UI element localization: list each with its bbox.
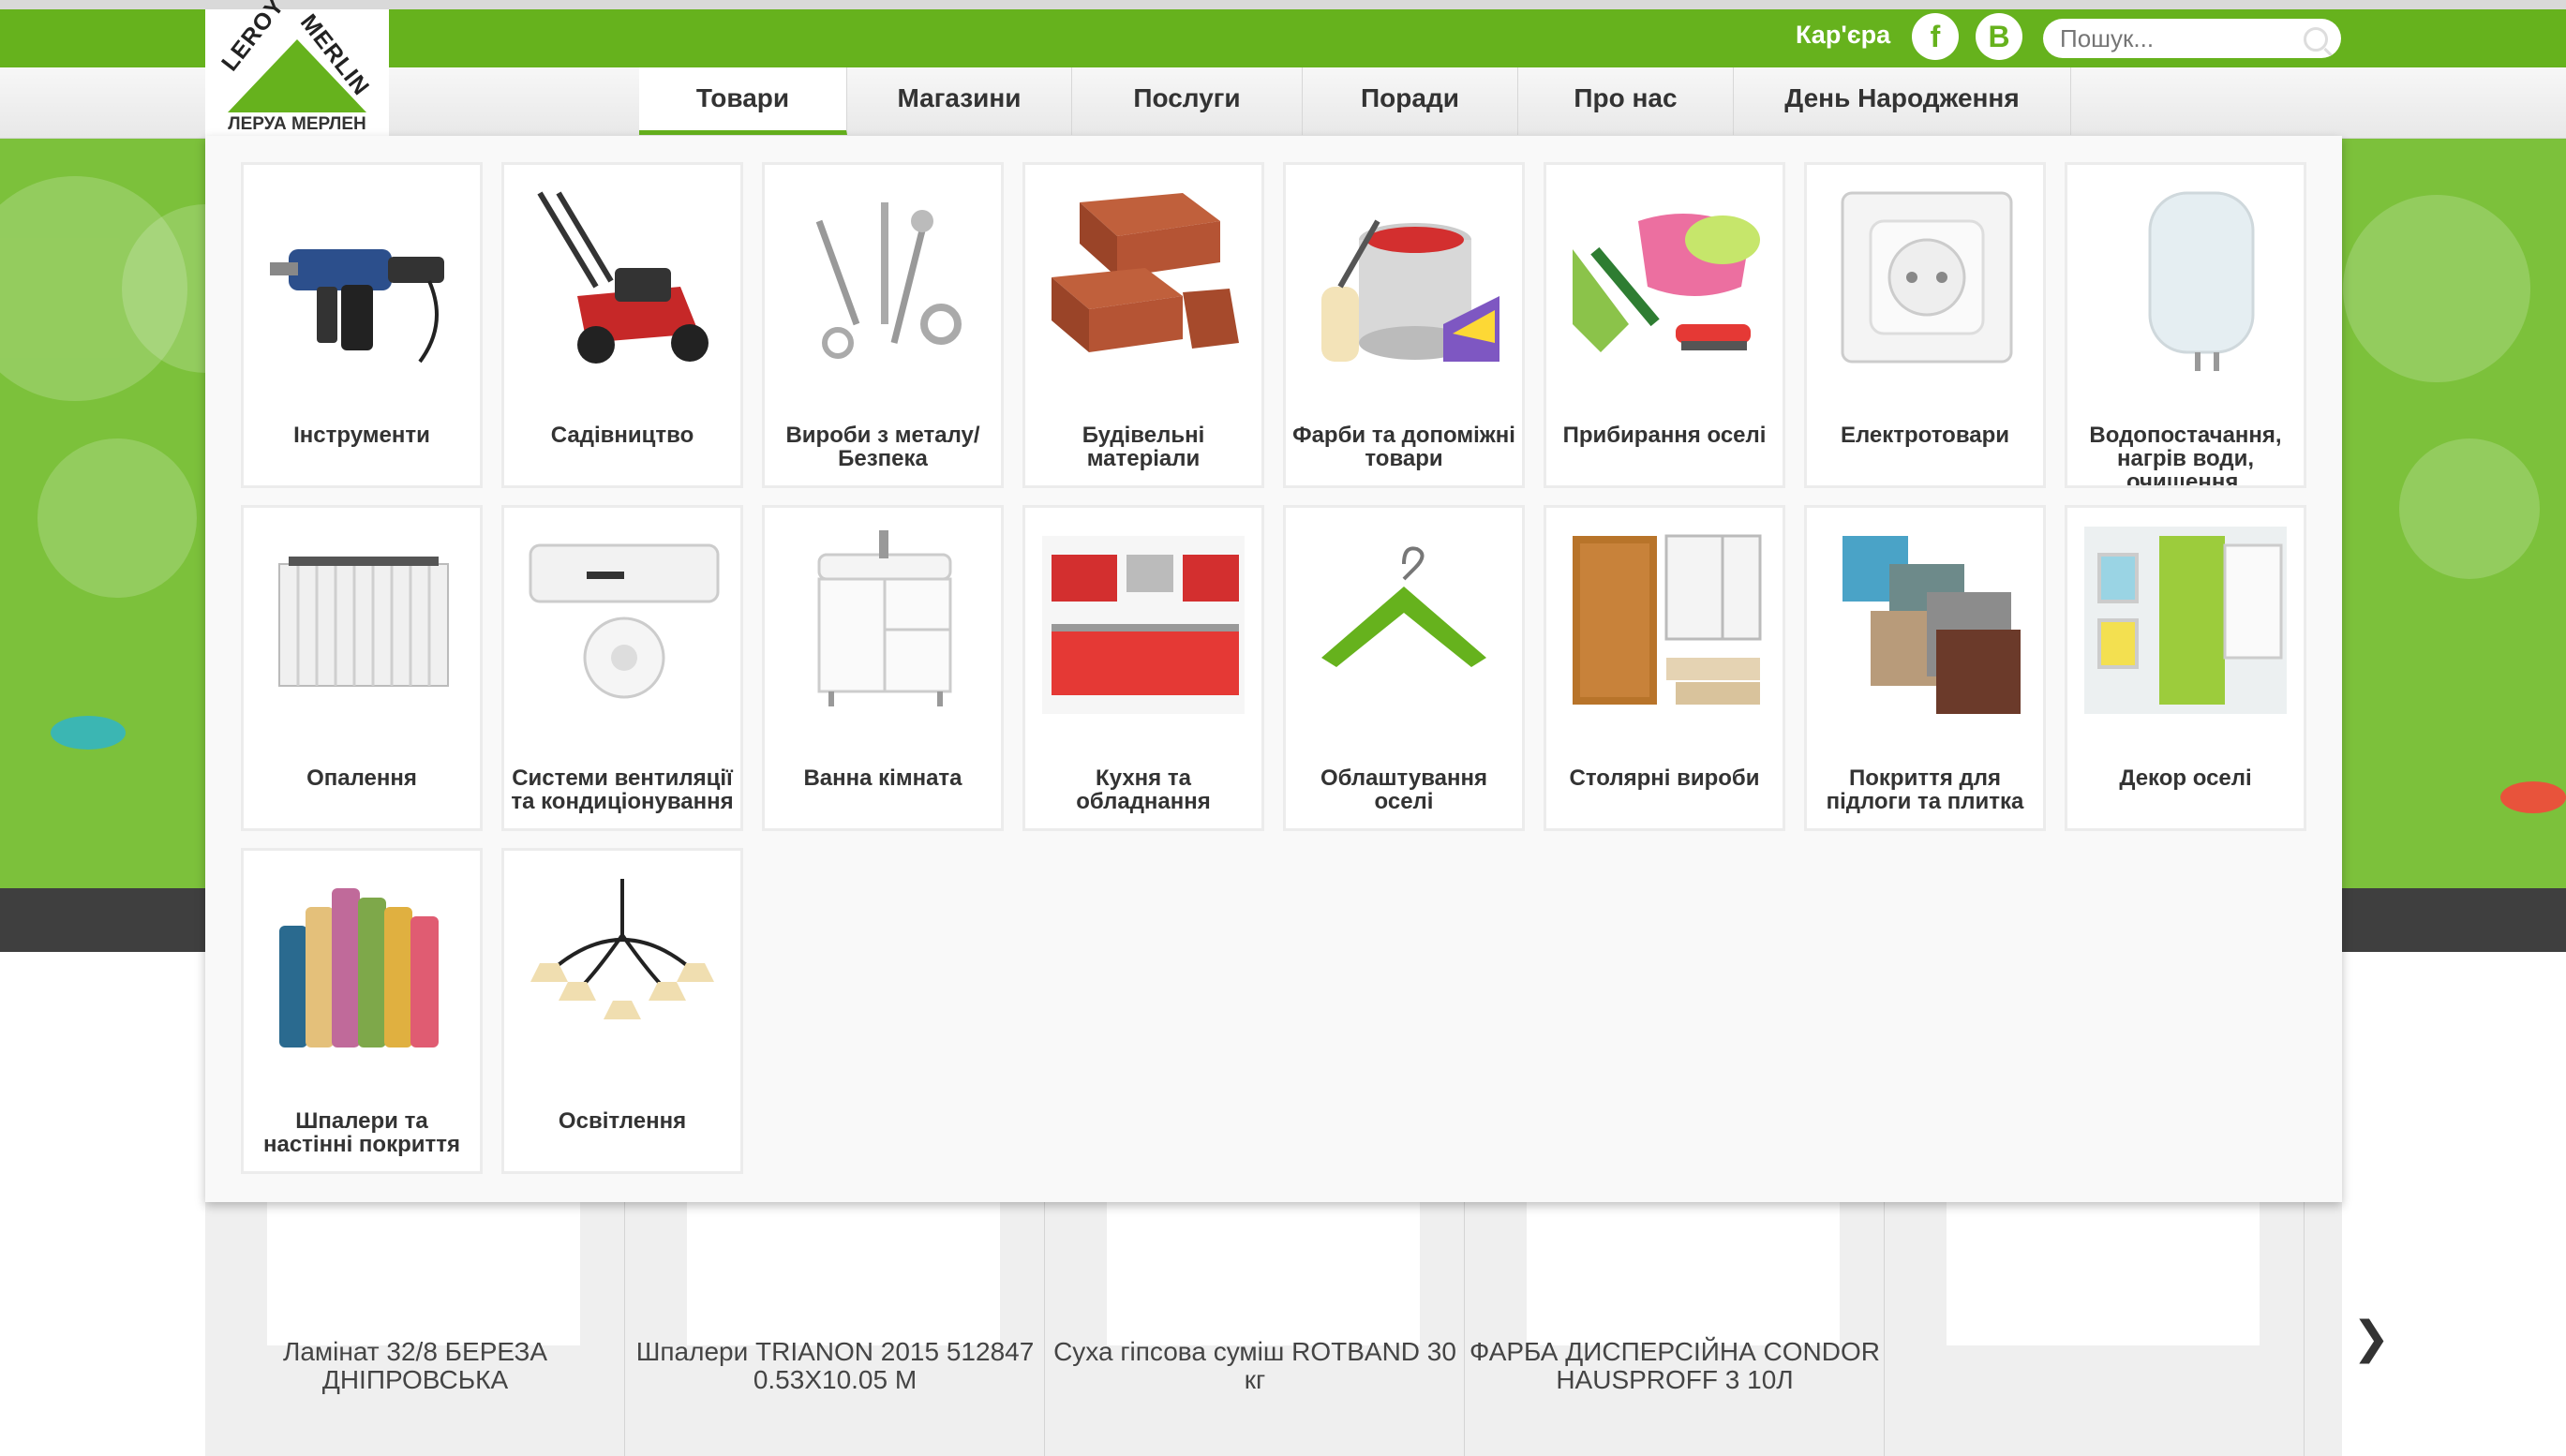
category-label[interactable]: Декор оселі: [2073, 766, 2298, 828]
category-tile[interactable]: Освітлення: [501, 848, 743, 1174]
search-icon[interactable]: [2304, 27, 2328, 52]
category-label[interactable]: Садівництво: [510, 423, 735, 485]
boiler-icon[interactable]: [2084, 184, 2287, 371]
search-box: [2043, 19, 2341, 58]
category-label[interactable]: Столярні вироби: [1552, 766, 1777, 828]
decor-bubble: [2399, 438, 2540, 579]
category-tile[interactable]: Столярні вироби: [1544, 505, 1785, 831]
product-name[interactable]: Ламінат 32/8 БЕРЕЗА ДНІПРОВСЬКА: [205, 1338, 625, 1394]
product-name[interactable]: Шпалери TRIANON 2015 512847 0.53X10.05 М: [625, 1338, 1045, 1394]
socket-icon[interactable]: [1824, 184, 2026, 371]
category-tile[interactable]: Інструменти: [241, 162, 483, 488]
category-tile[interactable]: Будівельні матеріали: [1022, 162, 1264, 488]
air-conditioner-icon[interactable]: [521, 527, 724, 714]
facebook-icon[interactable]: f: [1912, 13, 1959, 60]
category-tile[interactable]: Шпалери та настінні покриття: [241, 848, 483, 1174]
category-label[interactable]: Освітлення: [510, 1109, 735, 1171]
category-tile[interactable]: Садівництво: [501, 162, 743, 488]
category-label[interactable]: Ванна кімната: [770, 766, 995, 828]
main-nav: Товари Магазини Послуги Поради Про нас День Н…: [639, 67, 2071, 135]
category-label[interactable]: Прибирання оселі: [1552, 423, 1777, 485]
category-tile[interactable]: Покриття для підлоги та плитка: [1804, 505, 2046, 831]
product-image[interactable]: [687, 1186, 1000, 1345]
tiles-icon[interactable]: [1824, 527, 2026, 714]
product-name[interactable]: ФАРБА ДИСПЕРСІЙНА CONDOR HAUSPROFF 3 10Л: [1465, 1338, 1885, 1394]
logo[interactable]: LEROY MERLIN ЛЕРУА МЕРЛЕН: [205, 0, 389, 139]
category-tile[interactable]: Декор оселі: [2065, 505, 2306, 831]
nav-tab-6[interactable]: День Народження: [1734, 67, 2071, 135]
curtain-icon[interactable]: [2084, 527, 2287, 714]
nav-tab-3[interactable]: Послуги: [1072, 67, 1303, 135]
category-label[interactable]: Опалення: [249, 766, 474, 828]
category-tile[interactable]: Водопостачання, нагрів води, очищення, к…: [2065, 162, 2306, 488]
category-label[interactable]: Інструменти: [249, 423, 474, 485]
category-label[interactable]: Електротовари: [1813, 423, 2037, 485]
category-label[interactable]: Будівельні матеріали: [1031, 423, 1256, 485]
product-image[interactable]: [1527, 1186, 1840, 1345]
category-tile[interactable]: Прибирання оселі: [1544, 162, 1785, 488]
category-label[interactable]: Облаштування оселі: [1291, 766, 1516, 828]
logo-cyrillic: ЛЕРУА МЕРЛЕН: [228, 114, 366, 134]
nav-tab-4[interactable]: Поради: [1303, 67, 1518, 135]
hanger-icon[interactable]: [1303, 527, 1505, 714]
decor-bubble: [37, 438, 197, 598]
lawnmower-icon[interactable]: [521, 184, 724, 371]
decor-oval-red: [2500, 781, 2566, 813]
category-label[interactable]: Кухня та обладнання: [1031, 766, 1256, 828]
search-input[interactable]: [2060, 22, 2294, 54]
door-icon[interactable]: [1563, 527, 1766, 714]
nav-tab-5[interactable]: Про нас: [1518, 67, 1734, 135]
category-label[interactable]: Фарби та допоміжні товари: [1291, 423, 1516, 485]
browser-strip: [0, 0, 2566, 9]
career-link[interactable]: Кар'єра: [1796, 21, 1890, 50]
vanity-icon[interactable]: [782, 527, 984, 714]
category-label[interactable]: Водопостачання, нагрів води, очищення, к…: [2073, 423, 2298, 485]
product-name[interactable]: Суха гіпсова суміш ROTBAND 30 кг: [1045, 1338, 1465, 1394]
screws-icon[interactable]: [782, 184, 984, 371]
category-label[interactable]: Вироби з металу/Безпека: [770, 423, 995, 485]
decor-bubble: [2343, 195, 2530, 382]
category-tile[interactable]: Вироби з металу/Безпека: [762, 162, 1004, 488]
chandelier-icon[interactable]: [521, 869, 724, 1057]
nav-tab-2[interactable]: Магазини: [847, 67, 1072, 135]
carousel-next-arrow[interactable]: ❯: [2352, 1312, 2390, 1364]
category-label[interactable]: Системи вентиляції та кондиціонування: [510, 766, 735, 828]
category-tile[interactable]: Ванна кімната: [762, 505, 1004, 831]
decor-oval-teal: [51, 716, 126, 750]
category-tile[interactable]: Системи вентиляції та кондиціонування: [501, 505, 743, 831]
category-label[interactable]: Шпалери та настінні покриття: [249, 1109, 474, 1171]
wallpaper-rolls-icon[interactable]: [261, 869, 463, 1057]
category-tile[interactable]: Кухня та обладнання: [1022, 505, 1264, 831]
category-tile[interactable]: Електротовари: [1804, 162, 2046, 488]
paint-can-icon[interactable]: [1303, 184, 1505, 371]
vk-icon[interactable]: B: [1976, 13, 2022, 60]
drill-icon[interactable]: [261, 184, 463, 371]
bricks-icon[interactable]: [1042, 184, 1245, 371]
nav-tab-1[interactable]: Товари: [639, 67, 847, 135]
kitchen-icon[interactable]: [1042, 527, 1245, 714]
products-dropdown-menu: Інструменти Садівництво Вироби з металу/Бе…: [205, 136, 2342, 1202]
category-tile[interactable]: Опалення: [241, 505, 483, 831]
product-image[interactable]: [1947, 1186, 2260, 1345]
category-tile[interactable]: Облаштування оселі: [1283, 505, 1525, 831]
product-image[interactable]: [1107, 1186, 1420, 1345]
category-tile[interactable]: Фарби та допоміжні товари: [1283, 162, 1525, 488]
category-label[interactable]: Покриття для підлоги та плитка: [1813, 766, 2037, 828]
cleaning-icon[interactable]: [1563, 184, 1766, 371]
product-image[interactable]: [267, 1186, 580, 1345]
radiator-icon[interactable]: [261, 527, 463, 714]
